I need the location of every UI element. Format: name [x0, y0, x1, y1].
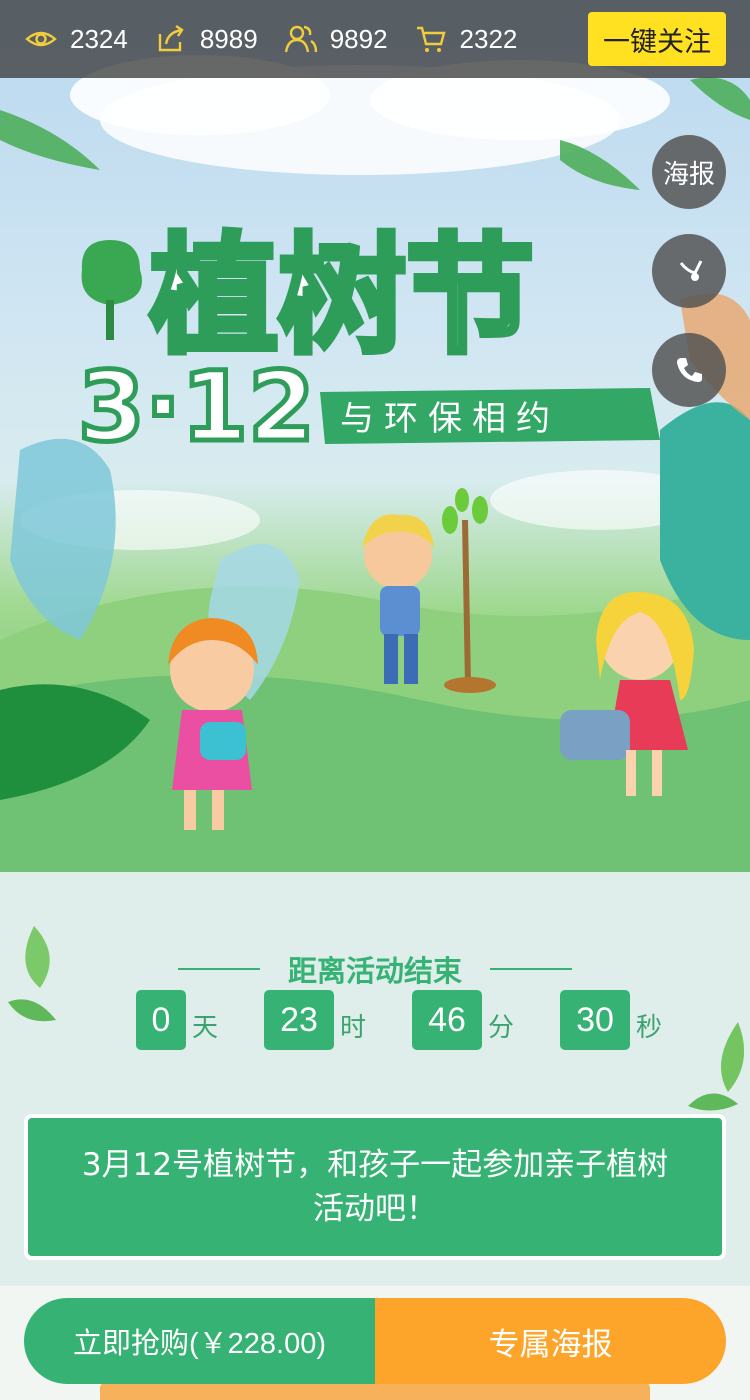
music-note-icon — [679, 260, 703, 281]
countdown-section: 距离活动结束 0 天 23 时 46 分 30 秒 — [0, 872, 750, 1111]
stat-users-value: 9892 — [329, 23, 388, 54]
countdown-days-unit: 天 — [192, 1012, 219, 1043]
hero-title: 植树节 — [150, 222, 534, 371]
stat-views: 2324 — [24, 22, 128, 56]
poster-side-button[interactable]: 海报 — [652, 135, 726, 209]
stat-views-value: 2324 — [70, 23, 128, 54]
hero-illustration: 植树节 3·12 与环保相约 — [0, 55, 750, 872]
music-side-button[interactable] — [652, 234, 726, 308]
hero-date: 3·12 — [78, 351, 315, 463]
countdown-hours: 23 — [264, 990, 335, 1050]
stat-sales: 2322 — [414, 22, 518, 56]
countdown-minutes: 46 — [412, 990, 483, 1050]
exclusive-poster-button[interactable]: 专属海报 — [375, 1298, 726, 1384]
countdown-seconds-unit: 秒 — [636, 1012, 663, 1043]
stat-shares: 8989 — [154, 22, 258, 56]
announcement-card: 3月12号植树节，和孩子一起参加亲子植树活动吧！ — [24, 1114, 726, 1260]
content-peek — [100, 1382, 650, 1400]
leaf-decoration-icon — [688, 1022, 745, 1111]
phone-side-button[interactable] — [652, 333, 726, 407]
divider-line — [177, 968, 260, 970]
cart-icon — [416, 26, 446, 52]
hero-subtitle: 与环保相约 — [340, 399, 560, 439]
countdown-timer: 0 天 23 时 46 分 30 秒 — [136, 990, 662, 1050]
countdown-minutes-unit: 分 — [488, 1012, 515, 1043]
eye-icon — [25, 31, 57, 47]
phone-icon — [677, 358, 702, 382]
countdown-title: 距离活动结束 — [287, 954, 462, 988]
share-icon — [158, 25, 184, 52]
follow-button[interactable]: 一键关注 — [588, 12, 726, 66]
stat-users: 9892 — [284, 22, 388, 56]
stat-sales-value: 2322 — [459, 23, 518, 54]
divider-line — [490, 968, 572, 970]
stat-shares-value: 8989 — [199, 23, 258, 54]
buy-now-button[interactable]: 立即抢购(￥228.00) — [24, 1298, 375, 1384]
poster-side-label: 海报 — [662, 159, 715, 190]
countdown-hours-unit: 时 — [340, 1012, 367, 1043]
users-icon — [284, 25, 317, 53]
stats-bar: 2324 8989 9892 2322 一键关注 — [0, 0, 750, 78]
hero-banner: 植树节 3·12 与环保相约 2324 8989 9892 2322 一键关注 … — [0, 0, 750, 872]
announcement-text: 3月12号植树节，和孩子一起参加亲子植树活动吧！ — [81, 1147, 669, 1227]
festival-title-art: 植树节 3·12 与环保相约 — [76, 219, 660, 466]
countdown-header: 距离活动结束 — [0, 948, 750, 990]
countdown-days: 0 — [136, 990, 186, 1050]
countdown-seconds: 30 — [560, 990, 631, 1050]
